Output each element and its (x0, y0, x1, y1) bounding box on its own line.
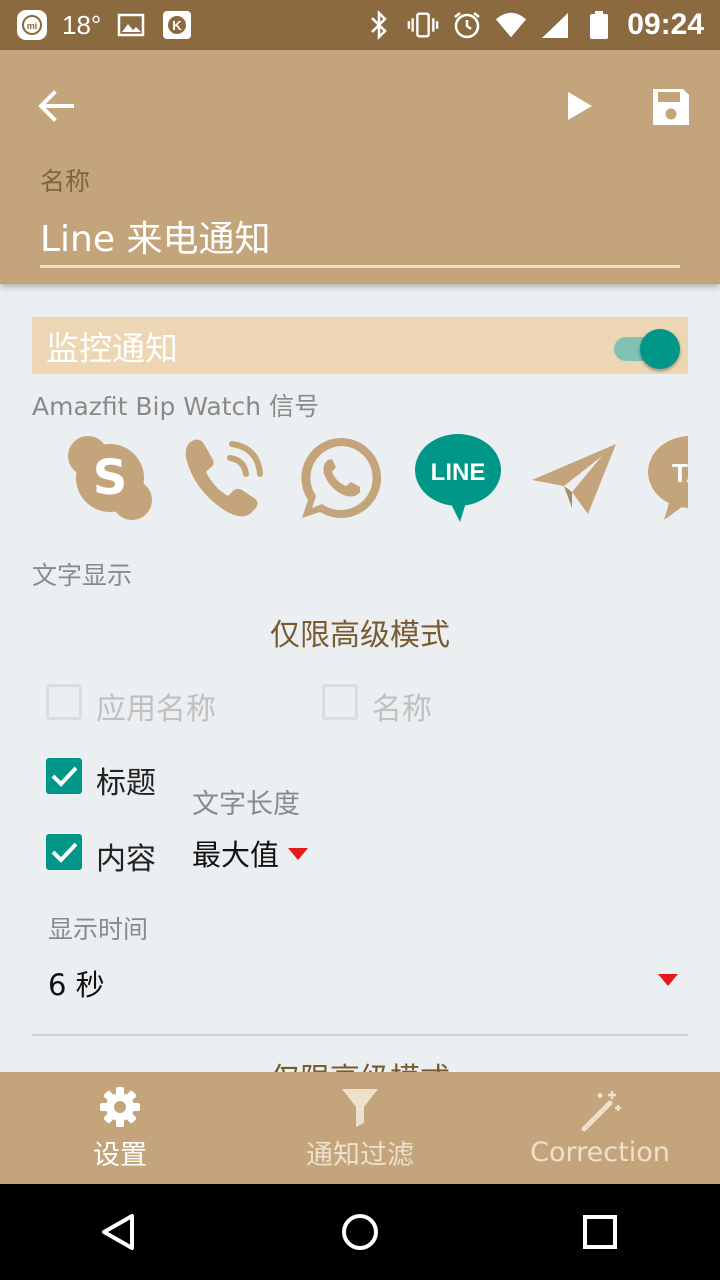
skype-icon[interactable]: S (64, 432, 156, 524)
name-option-label: 名称 (372, 692, 432, 727)
signal-icon (539, 9, 571, 41)
alarm-icon (451, 9, 483, 41)
signal-label: Amazfit Bip Watch 信号 (32, 392, 320, 421)
save-icon[interactable] (650, 86, 692, 128)
nav-settings-label: 设置 (93, 1139, 147, 1171)
play-icon[interactable] (562, 88, 598, 124)
monitor-notification-bar: 监控通知 (32, 317, 688, 374)
image-icon (115, 9, 147, 41)
title-option-label: 标题 (96, 766, 156, 801)
wifi-icon (495, 9, 527, 41)
signal-icon-strip: S LINE TA (32, 432, 688, 524)
monitor-notification-title: 监控通知 (46, 328, 178, 368)
display-time-dropdown[interactable]: 6 秒 (32, 956, 688, 1008)
telegram-icon[interactable] (528, 432, 620, 524)
svg-text:TA: TA (672, 458, 688, 488)
nav-notification-filter[interactable]: 通知过滤 (240, 1072, 480, 1184)
temperature: 18° (62, 9, 102, 40)
content-checkbox[interactable] (46, 834, 82, 870)
vibrate-icon (407, 9, 439, 41)
nav-filter-label: 通知过滤 (306, 1139, 414, 1171)
svg-text:mi: mi (27, 21, 38, 31)
title-checkbox[interactable] (46, 758, 82, 794)
app-name-label: 应用名称 (96, 692, 216, 727)
home-circle-icon[interactable] (336, 1208, 384, 1256)
filter-icon (338, 1085, 382, 1129)
name-checkbox[interactable] (322, 684, 358, 720)
dropdown-arrow-icon (658, 974, 678, 986)
nav-correction[interactable]: Correction (480, 1072, 720, 1184)
back-arrow-icon[interactable] (36, 86, 76, 126)
display-time-value: 6 秒 (48, 968, 105, 1002)
svg-text:LINE: LINE (431, 459, 486, 486)
nav-settings[interactable]: 设置 (0, 1072, 240, 1184)
app-bar: 名称 (0, 50, 720, 284)
advanced-only-label: 仅限高级模式 (270, 618, 450, 653)
name-input[interactable] (40, 206, 680, 268)
svg-text:K: K (173, 18, 183, 33)
battery-icon (583, 9, 615, 41)
clock: 09:24 (627, 8, 704, 41)
app-name-checkbox[interactable] (46, 684, 82, 720)
magic-wand-icon (578, 1089, 622, 1133)
nav-correction-label: Correction (530, 1136, 670, 1168)
status-bar: mi 18° K 09:24 (0, 0, 720, 50)
bluetooth-icon (363, 9, 395, 41)
gear-icon (98, 1085, 142, 1129)
k-icon: K (161, 9, 193, 41)
text-display-label: 文字显示 (32, 561, 133, 590)
system-navigation-bar (0, 1184, 720, 1280)
back-triangle-icon[interactable] (96, 1208, 144, 1256)
talk-icon[interactable]: TA (644, 432, 688, 524)
display-time-label: 显示时间 (48, 915, 149, 944)
text-length-label: 文字长度 (192, 789, 300, 820)
monitor-toggle[interactable] (612, 325, 680, 369)
content-option-label: 内容 (96, 842, 156, 877)
toggle-thumb (640, 329, 680, 369)
check-icon (51, 842, 78, 863)
bottom-navigation: 设置 通知过滤 Correction (0, 1072, 720, 1184)
whatsapp-icon[interactable] (296, 432, 388, 524)
name-label: 名称 (40, 167, 91, 196)
partial-icon[interactable] (32, 432, 36, 524)
text-length-dropdown[interactable]: 最大值 (192, 832, 322, 876)
mi-icon: mi (16, 9, 48, 41)
svg-text:S: S (93, 450, 128, 506)
phone-call-icon[interactable] (180, 432, 272, 524)
line-icon[interactable]: LINE (412, 432, 504, 524)
dropdown-arrow-icon (288, 848, 308, 860)
check-icon (51, 766, 78, 787)
text-length-value: 最大值 (192, 838, 280, 872)
divider (32, 1034, 688, 1036)
recents-square-icon[interactable] (576, 1208, 624, 1256)
